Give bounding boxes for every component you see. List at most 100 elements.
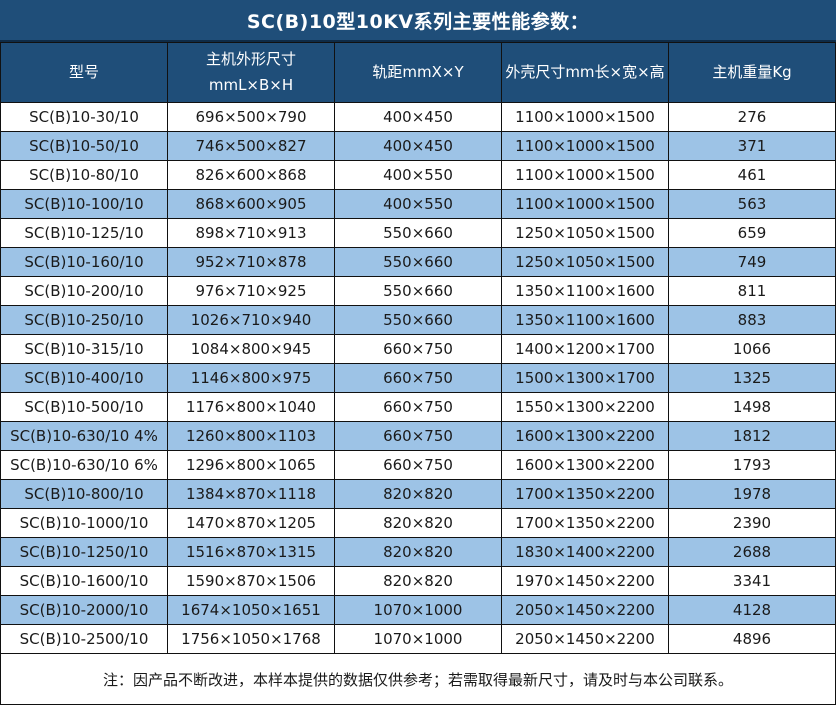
- table-cell: 1978: [669, 480, 836, 509]
- table-row: SC(B)10-160/10952×710×878550×6601250×105…: [1, 248, 836, 277]
- column-header: 外壳尺寸mm长×宽×高: [502, 43, 669, 103]
- table-cell: SC(B)10-1600/10: [1, 567, 168, 596]
- table-cell: 2688: [669, 538, 836, 567]
- table-cell: 550×660: [335, 219, 502, 248]
- table-cell: SC(B)10-160/10: [1, 248, 168, 277]
- table-cell: 1830×1400×2200: [502, 538, 669, 567]
- table-cell: 1500×1300×1700: [502, 364, 669, 393]
- table-cell: 1070×1000: [335, 625, 502, 654]
- table-row: SC(B)10-80/10826×600×868400×5501100×1000…: [1, 161, 836, 190]
- table-cell: SC(B)10-125/10: [1, 219, 168, 248]
- table-row: SC(B)10-500/101176×800×1040660×7501550×1…: [1, 393, 836, 422]
- table-cell: 563: [669, 190, 836, 219]
- table-cell: 2390: [669, 509, 836, 538]
- table-cell: SC(B)10-2500/10: [1, 625, 168, 654]
- table-cell: 461: [669, 161, 836, 190]
- table-cell: 400×550: [335, 190, 502, 219]
- table-cell: 1350×1100×1600: [502, 306, 669, 335]
- column-header: 主机外形尺寸 mmL×B×H: [168, 43, 335, 103]
- table-cell: 820×820: [335, 509, 502, 538]
- table-cell: 660×750: [335, 451, 502, 480]
- table-cell: 749: [669, 248, 836, 277]
- table-cell: 1026×710×940: [168, 306, 335, 335]
- column-header: 主机重量Kg: [669, 43, 836, 103]
- table-cell: 276: [669, 103, 836, 132]
- table-cell: 820×820: [335, 480, 502, 509]
- table-cell: SC(B)10-500/10: [1, 393, 168, 422]
- table-cell: 1100×1000×1500: [502, 190, 669, 219]
- table-cell: 1674×1050×1651: [168, 596, 335, 625]
- table-cell: 400×550: [335, 161, 502, 190]
- table-cell: 1516×870×1315: [168, 538, 335, 567]
- header-row: 型号主机外形尺寸 mmL×B×H轨距mmX×Y外壳尺寸mm长×宽×高主机重量Kg: [1, 43, 836, 103]
- table-cell: 1260×800×1103: [168, 422, 335, 451]
- table-cell: 1250×1050×1500: [502, 248, 669, 277]
- table-cell: 1590×870×1506: [168, 567, 335, 596]
- table-cell: 1600×1300×2200: [502, 451, 669, 480]
- table-cell: 4128: [669, 596, 836, 625]
- table-cell: SC(B)10-1000/10: [1, 509, 168, 538]
- footer-note: 注：因产品不断改进，本样本提供的数据仅供参考；若需取得最新尺寸，请及时与本公司联…: [0, 654, 836, 705]
- table-cell: 1100×1000×1500: [502, 161, 669, 190]
- table-cell: 1250×1050×1500: [502, 219, 669, 248]
- table-cell: 659: [669, 219, 836, 248]
- table-cell: 4896: [669, 625, 836, 654]
- table-cell: SC(B)10-30/10: [1, 103, 168, 132]
- table-cell: 1756×1050×1768: [168, 625, 335, 654]
- table-cell: SC(B)10-50/10: [1, 132, 168, 161]
- table-cell: 1176×800×1040: [168, 393, 335, 422]
- table-cell: 1100×1000×1500: [502, 132, 669, 161]
- table-row: SC(B)10-315/101084×800×945660×7501400×12…: [1, 335, 836, 364]
- table-row: SC(B)10-30/10696×500×790400×4501100×1000…: [1, 103, 836, 132]
- table-cell: 1812: [669, 422, 836, 451]
- table-cell: SC(B)10-630/10 4%: [1, 422, 168, 451]
- table-cell: 1793: [669, 451, 836, 480]
- table-row: SC(B)10-250/101026×710×940550×6601350×11…: [1, 306, 836, 335]
- table-cell: SC(B)10-250/10: [1, 306, 168, 335]
- table-cell: 1550×1300×2200: [502, 393, 669, 422]
- table-cell: 660×750: [335, 393, 502, 422]
- spec-table-body: SC(B)10-30/10696×500×790400×4501100×1000…: [1, 103, 836, 654]
- table-row: SC(B)10-630/10 4%1260×800×1103660×750160…: [1, 422, 836, 451]
- column-header: 型号: [1, 43, 168, 103]
- table-cell: SC(B)10-315/10: [1, 335, 168, 364]
- table-cell: 1470×870×1205: [168, 509, 335, 538]
- table-cell: SC(B)10-200/10: [1, 277, 168, 306]
- spec-table-header: 型号主机外形尺寸 mmL×B×H轨距mmX×Y外壳尺寸mm长×宽×高主机重量Kg: [1, 43, 836, 103]
- table-cell: 3341: [669, 567, 836, 596]
- table-cell: 660×750: [335, 422, 502, 451]
- table-cell: 550×660: [335, 306, 502, 335]
- table-cell: 952×710×878: [168, 248, 335, 277]
- table-row: SC(B)10-1250/101516×870×1315820×8201830×…: [1, 538, 836, 567]
- table-cell: 1146×800×975: [168, 364, 335, 393]
- table-cell: 2050×1450×2200: [502, 625, 669, 654]
- table-cell: 1325: [669, 364, 836, 393]
- table-cell: 371: [669, 132, 836, 161]
- table-cell: SC(B)10-630/10 6%: [1, 451, 168, 480]
- table-cell: 1700×1350×2200: [502, 509, 669, 538]
- table-cell: SC(B)10-80/10: [1, 161, 168, 190]
- table-cell: 550×660: [335, 277, 502, 306]
- table-cell: 660×750: [335, 364, 502, 393]
- table-cell: 1100×1000×1500: [502, 103, 669, 132]
- table-cell: 660×750: [335, 335, 502, 364]
- table-row: SC(B)10-50/10746×500×827400×4501100×1000…: [1, 132, 836, 161]
- table-cell: 1600×1300×2200: [502, 422, 669, 451]
- table-cell: SC(B)10-800/10: [1, 480, 168, 509]
- table-cell: 1296×800×1065: [168, 451, 335, 480]
- table-cell: 868×600×905: [168, 190, 335, 219]
- table-cell: 1070×1000: [335, 596, 502, 625]
- table-cell: 1498: [669, 393, 836, 422]
- table-row: SC(B)10-2500/101756×1050×17681070×100020…: [1, 625, 836, 654]
- table-cell: SC(B)10-400/10: [1, 364, 168, 393]
- table-cell: 1700×1350×2200: [502, 480, 669, 509]
- table-cell: 1400×1200×1700: [502, 335, 669, 364]
- table-cell: SC(B)10-1250/10: [1, 538, 168, 567]
- table-cell: 1970×1450×2200: [502, 567, 669, 596]
- table-cell: 820×820: [335, 567, 502, 596]
- table-cell: 976×710×925: [168, 277, 335, 306]
- table-cell: 1350×1100×1600: [502, 277, 669, 306]
- table-cell: 811: [669, 277, 836, 306]
- table-cell: 898×710×913: [168, 219, 335, 248]
- table-cell: 1066: [669, 335, 836, 364]
